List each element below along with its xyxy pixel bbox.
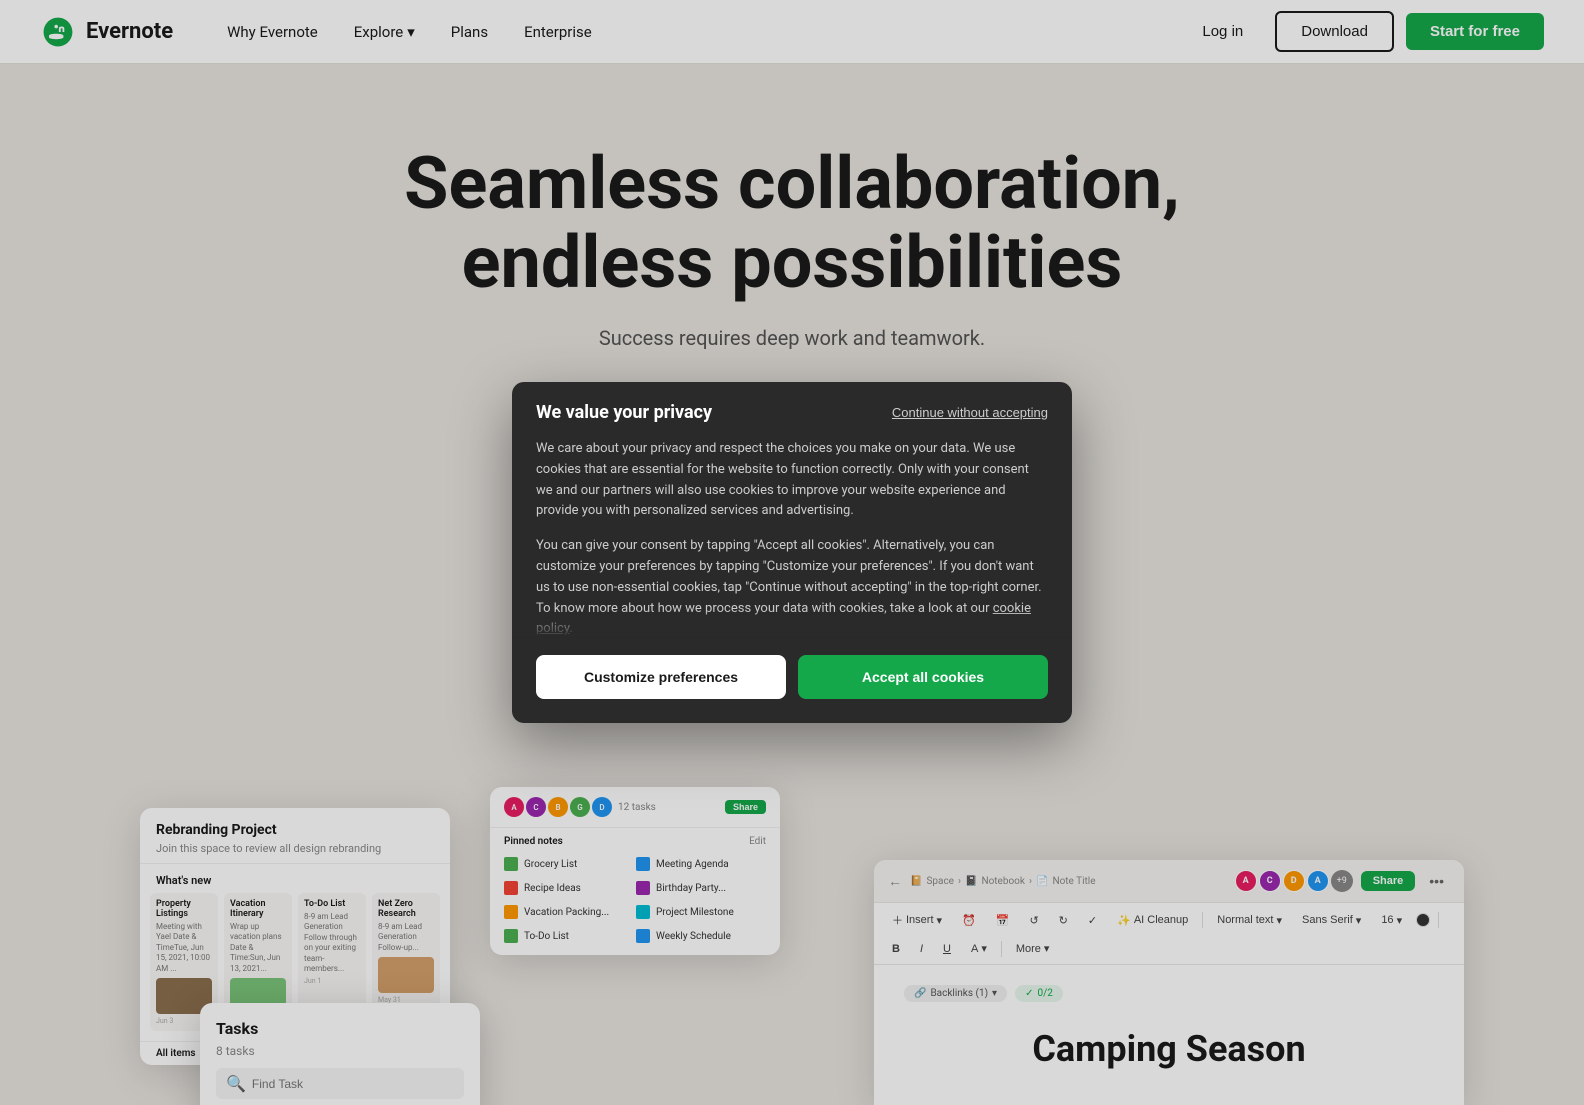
cookie-modal-body: We care about your privacy and respect t…	[512, 439, 1072, 639]
accept-all-cookies-button[interactable]: Accept all cookies	[798, 655, 1048, 699]
cookie-modal-header: We value your privacy Continue without a…	[512, 382, 1072, 439]
cookie-modal-overlay: We value your privacy Continue without a…	[0, 0, 1584, 1105]
cookie-text-1: We care about your privacy and respect t…	[536, 439, 1048, 522]
cookie-modal-actions: Customize preferences Accept all cookies	[512, 639, 1072, 723]
cookie-modal-title: We value your privacy	[536, 402, 712, 423]
cookie-text-2: You can give your consent by tapping "Ac…	[536, 536, 1048, 639]
continue-without-accepting-button[interactable]: Continue without accepting	[892, 405, 1048, 420]
cookie-policy-link[interactable]: cookie policy	[536, 601, 1031, 637]
customize-preferences-button[interactable]: Customize preferences	[536, 655, 786, 699]
cookie-modal: We value your privacy Continue without a…	[512, 382, 1072, 723]
